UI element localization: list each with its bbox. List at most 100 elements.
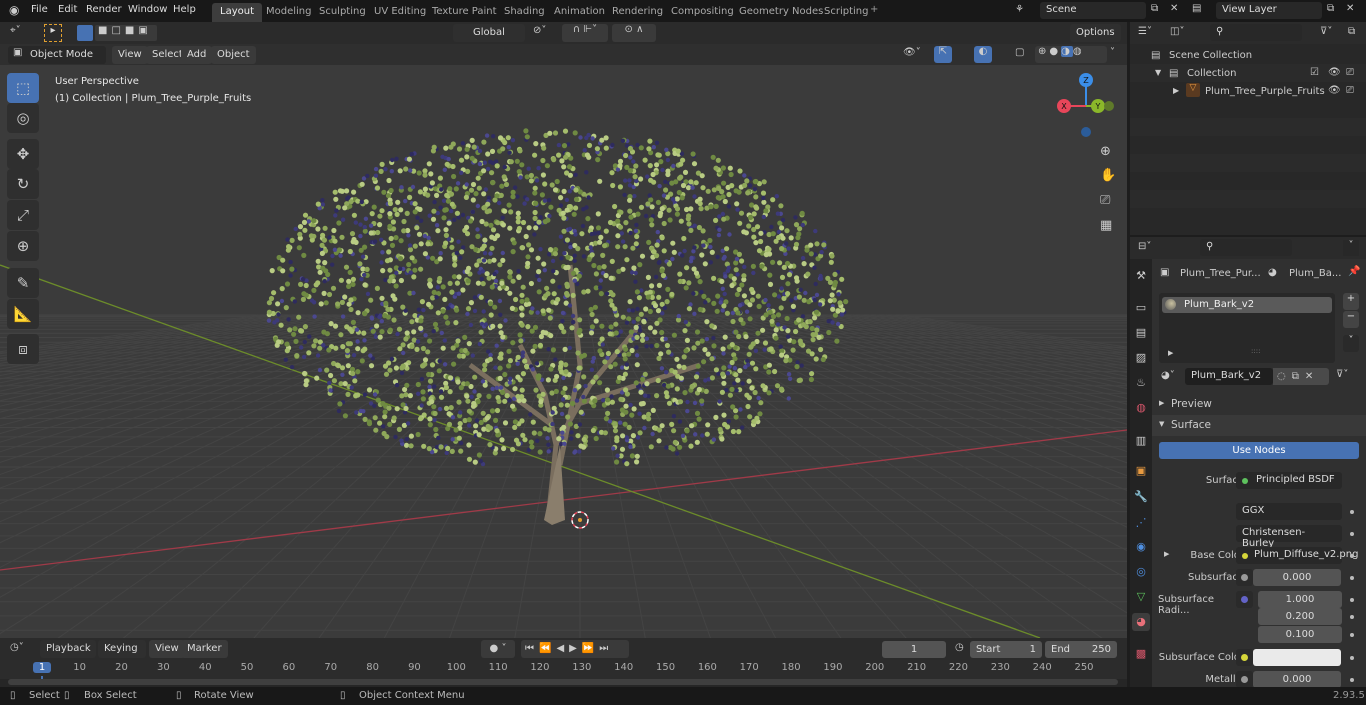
- tab-tool-icon[interactable]: ⚒: [1132, 267, 1150, 285]
- vector-socket[interactable]: [1236, 591, 1253, 608]
- animate-property-dot[interactable]: [1350, 615, 1354, 619]
- outliner-search-input[interactable]: ⚲: [1210, 24, 1302, 41]
- editor-type-icon[interactable]: ☰˅: [1138, 26, 1152, 37]
- menu-view[interactable]: View: [149, 640, 185, 658]
- proportional-editing-icon[interactable]: ⊙ ∧: [612, 24, 656, 42]
- tab-particles-icon[interactable]: ⋰: [1132, 514, 1150, 532]
- tool-select-box-icon[interactable]: ⬚: [7, 73, 39, 103]
- slot-specials-button[interactable]: ˅: [1343, 335, 1359, 352]
- camera-icon[interactable]: ⎚: [1100, 193, 1110, 208]
- tab-material-icon[interactable]: ◕: [1132, 613, 1150, 631]
- record-keyframe-icon[interactable]: ● ˅: [481, 640, 515, 658]
- shading-modes[interactable]: ⊕●◑◍: [1035, 46, 1107, 63]
- view-layer-field[interactable]: View Layer: [1216, 2, 1322, 19]
- close-view-layer-icon[interactable]: ✕: [1346, 3, 1354, 14]
- material-actions[interactable]: ◌⧉✕: [1273, 368, 1329, 385]
- resize-handle[interactable]: ::::: [1251, 347, 1260, 355]
- workspace-tab-layout[interactable]: Layout: [212, 3, 262, 22]
- workspace-tab-animation[interactable]: Animation: [546, 3, 613, 22]
- mode-new-selection-icon[interactable]: [77, 25, 93, 41]
- color-socket[interactable]: [1236, 649, 1253, 666]
- float-socket[interactable]: [1236, 671, 1253, 688]
- menu-object[interactable]: Object: [211, 46, 256, 64]
- tool-transform-icon[interactable]: ⊕: [7, 231, 39, 261]
- expand-arrow-icon[interactable]: ▶: [1173, 86, 1179, 95]
- gizmo-toggle-icon[interactable]: ⇱: [934, 46, 952, 63]
- tab-world-icon[interactable]: ◍: [1132, 399, 1150, 417]
- tool-scale-icon[interactable]: ⤢: [7, 200, 39, 230]
- tab-output-icon[interactable]: ▤: [1132, 324, 1150, 342]
- remove-slot-button[interactable]: −: [1343, 311, 1359, 328]
- tab-scene-icon[interactable]: ♨: [1132, 374, 1150, 392]
- select-tool-icon[interactable]: ▸: [44, 24, 62, 42]
- distribution-dropdown[interactable]: GGX: [1236, 503, 1342, 520]
- animate-property-dot[interactable]: [1350, 510, 1354, 514]
- display-mode-icon[interactable]: ◫˅: [1170, 26, 1184, 37]
- menu-render[interactable]: Render: [86, 4, 122, 15]
- animate-property-dot[interactable]: [1350, 633, 1354, 637]
- properties-search-input[interactable]: ⚲: [1200, 239, 1292, 256]
- new-collection-icon[interactable]: ⧉: [1348, 26, 1355, 37]
- animate-property-dot[interactable]: [1350, 532, 1354, 536]
- tab-data-icon[interactable]: ▽: [1132, 588, 1150, 606]
- preview-panel-header[interactable]: Preview: [1171, 398, 1212, 410]
- tab-texture-icon[interactable]: ▩: [1132, 645, 1150, 663]
- pan-hand-icon[interactable]: ✋: [1100, 168, 1116, 183]
- blender-logo-icon[interactable]: ◉: [9, 3, 19, 17]
- tab-view-layer-icon[interactable]: ▨: [1132, 349, 1150, 367]
- float-socket[interactable]: [1236, 569, 1253, 586]
- link-type-icon[interactable]: ⊽˅: [1336, 369, 1348, 380]
- add-workspace-icon[interactable]: +: [870, 4, 878, 15]
- menu-playback[interactable]: Playback: [40, 640, 96, 658]
- tab-collection-icon[interactable]: ▥: [1132, 432, 1150, 450]
- scene-field[interactable]: Scene: [1040, 2, 1146, 19]
- menu-add[interactable]: Add: [181, 46, 213, 64]
- tool-annotate-icon[interactable]: ✎: [7, 268, 39, 298]
- frame-ruler[interactable]: 1 10 20 30 40 50 60 70 80 90 100 110 120 130 140 150 160…: [0, 660, 1127, 679]
- options-chevron-icon[interactable]: ˅: [1343, 240, 1359, 256]
- menu-file[interactable]: File: [31, 4, 48, 15]
- material-slot-item[interactable]: Plum_Bark_v2: [1162, 297, 1332, 313]
- scene-icon[interactable]: ⚘: [1015, 4, 1024, 15]
- menu-marker[interactable]: Marker: [181, 640, 228, 658]
- object-label[interactable]: Plum_Tree_Purple_Fruits: [1205, 86, 1325, 97]
- end-frame-field[interactable]: End 250: [1045, 641, 1117, 658]
- workspace-tab-shading[interactable]: Shading: [496, 3, 553, 22]
- animate-property-dot[interactable]: [1350, 656, 1354, 660]
- xray-icon[interactable]: ▢: [1015, 47, 1024, 58]
- surface-shader-field[interactable]: Principled BSDF: [1236, 472, 1342, 489]
- 3d-viewport[interactable]: ⌖˅ ▸ ■□■▣ ⤡ Global ⊘˅ ∩ ⊩˅ ⊙ ∧ Options O…: [0, 22, 1127, 638]
- use-nodes-button[interactable]: Use Nodes: [1159, 442, 1359, 459]
- visibility-icon[interactable]: 👁˅: [903, 47, 921, 58]
- visibility-eye-icon[interactable]: 👁: [1328, 67, 1341, 78]
- animate-property-dot[interactable]: [1350, 554, 1354, 558]
- tab-constraints-icon[interactable]: ◎: [1132, 563, 1150, 581]
- menu-keying[interactable]: Keying: [98, 640, 146, 658]
- collection-label[interactable]: Collection: [1187, 68, 1236, 79]
- menu-help[interactable]: Help: [173, 4, 196, 15]
- pin-icon[interactable]: 📌: [1348, 266, 1360, 277]
- view-layer-icon[interactable]: ▤: [1192, 3, 1201, 14]
- filter-icon[interactable]: ⊽˅: [1320, 26, 1332, 37]
- transform-orientation-dropdown[interactable]: Global: [453, 24, 525, 42]
- render-camera-icon[interactable]: ⎚: [1346, 85, 1354, 96]
- animate-property-dot[interactable]: [1350, 678, 1354, 682]
- start-frame-field[interactable]: Start 1: [970, 641, 1042, 658]
- options-dropdown[interactable]: Options: [1070, 24, 1121, 42]
- stopwatch-icon[interactable]: ◷: [955, 642, 964, 653]
- subsurface-value-field[interactable]: 0.000: [1253, 569, 1341, 586]
- new-scene-icon[interactable]: ⧉: [1151, 3, 1158, 14]
- tab-physics-icon[interactable]: ◉: [1132, 538, 1150, 556]
- workspace-tab-compositing[interactable]: Compositing: [663, 3, 742, 22]
- tab-render-icon[interactable]: ▭: [1132, 299, 1150, 317]
- animate-property-dot[interactable]: [1350, 576, 1354, 580]
- shading-dropdown-icon[interactable]: ˅: [1110, 47, 1115, 58]
- menu-window[interactable]: Window: [128, 4, 167, 15]
- subsurface-method-dropdown[interactable]: Christensen-Burley: [1236, 525, 1342, 549]
- current-frame-field[interactable]: 1: [882, 641, 946, 658]
- subsurface-radius-y-field[interactable]: 0.200: [1258, 608, 1342, 625]
- browse-material-icon[interactable]: ◕˅: [1161, 370, 1175, 381]
- new-view-layer-icon[interactable]: ⧉: [1327, 3, 1334, 14]
- navigation-gizmo[interactable]: Z X Y: [1050, 70, 1120, 140]
- editor-type-icon[interactable]: ⌖˅: [10, 25, 21, 36]
